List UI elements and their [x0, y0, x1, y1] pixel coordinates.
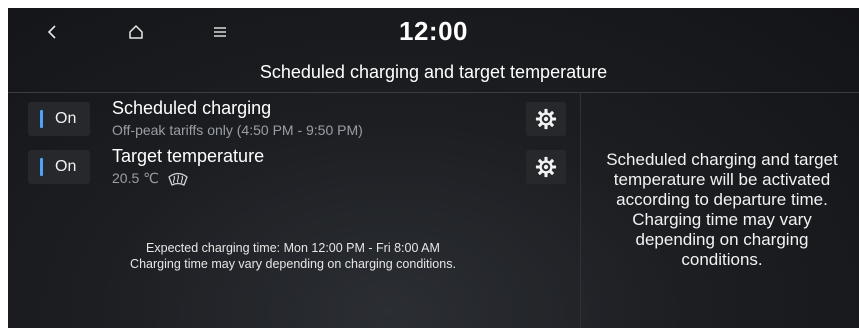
scheduled-charging-settings-button[interactable]: [526, 102, 566, 136]
page-title: Scheduled charging and target temperatur…: [259, 62, 608, 82]
description-line: Charging time may vary: [632, 210, 812, 229]
description-line: temperature will be activated: [613, 170, 831, 189]
description-line: conditions.: [681, 250, 763, 269]
front-defrost-icon: [168, 172, 188, 186]
toggle-indicator: [40, 158, 43, 176]
panel-divider: [580, 92, 581, 328]
target-temperature-subtitle: 20.5 ℃: [112, 170, 189, 187]
clock: 12:00: [399, 16, 468, 46]
toggle-indicator: [40, 110, 43, 128]
toggle-label: On: [55, 158, 77, 175]
description-line: according to departure time.: [616, 190, 828, 209]
target-temperature-value: 20.5 ℃: [112, 170, 159, 186]
toggle-label: On: [55, 110, 77, 127]
scheduled-charging-toggle[interactable]: On: [28, 102, 90, 136]
description-line: Scheduled charging and target: [606, 150, 838, 169]
top-bar: 12:00: [8, 8, 859, 56]
scheduled-charging-title[interactable]: Scheduled charging: [112, 98, 271, 119]
target-temperature-settings-button[interactable]: [526, 150, 566, 184]
header-divider: [8, 92, 859, 93]
target-temperature-title[interactable]: Target temperature: [112, 146, 264, 167]
gear-icon: [535, 108, 557, 130]
scheduled-charging-subtitle: Off-peak tariffs only (4:50 PM - 9:50 PM…: [112, 122, 363, 138]
charging-info: Expected charging time: Mon 12:00 PM - F…: [48, 240, 538, 272]
target-temperature-row: On Target temperature 20.5 ℃: [8, 142, 580, 188]
scheduled-charging-detail: Off-peak tariffs only (4:50 PM - 9:50 PM…: [112, 122, 363, 138]
expected-charging-time: Expected charging time: Mon 12:00 PM - F…: [146, 241, 440, 255]
scheduled-charging-row: On Scheduled charging Off-peak tariffs o…: [8, 94, 580, 140]
description-line: depending on charging: [635, 230, 809, 249]
screen: 12:00 Scheduled charging and target temp…: [8, 8, 859, 328]
gear-icon: [535, 156, 557, 178]
charging-time-note: Charging time may vary depending on char…: [130, 257, 456, 271]
side-panel-description: Scheduled charging and target temperatur…: [590, 150, 854, 270]
target-temperature-toggle[interactable]: On: [28, 150, 90, 184]
